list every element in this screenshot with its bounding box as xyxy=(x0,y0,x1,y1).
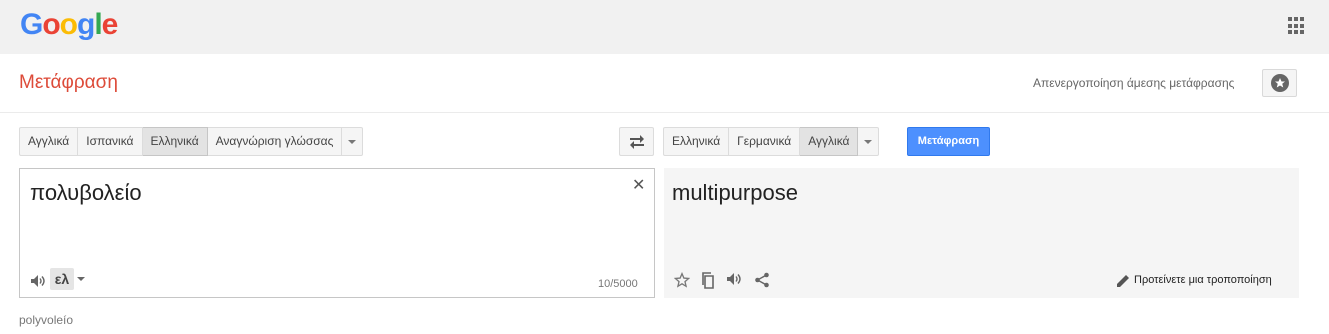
input-tools-dropdown-icon[interactable] xyxy=(77,277,85,281)
source-lang-spanish[interactable]: Ισπανικά xyxy=(78,127,143,156)
source-lang-greek[interactable]: Ελληνικά xyxy=(142,127,208,156)
source-text-area[interactable]: πολυβολείο ✕ ελ 10/5000 xyxy=(19,168,655,298)
share-translation-icon[interactable] xyxy=(754,272,770,288)
character-counter: 10/5000 xyxy=(598,278,638,290)
listen-translation-icon[interactable] xyxy=(726,272,742,286)
top-bar: Google xyxy=(0,0,1329,54)
google-logo[interactable]: Google xyxy=(20,8,118,42)
swap-languages-icon xyxy=(630,135,644,149)
source-lang-dropdown[interactable] xyxy=(342,127,364,156)
translate-button[interactable]: Μετάφραση xyxy=(907,127,990,156)
listen-source-icon[interactable] xyxy=(30,274,46,288)
source-language-bar: Αγγλικά Ισπανικά Ελληνικά Αναγνώριση γλώ… xyxy=(19,127,364,156)
target-language-bar: Ελληνικά Γερμανικά Αγγλικά xyxy=(663,127,880,156)
clear-source-icon[interactable]: ✕ xyxy=(632,175,645,195)
suggest-edit-link[interactable]: Προτείνετε μια τροποποίηση xyxy=(1134,274,1272,286)
target-lang-dropdown[interactable] xyxy=(858,127,880,156)
apps-grid-icon[interactable] xyxy=(1288,17,1306,35)
translation-text: multipurpose xyxy=(672,180,798,205)
star-icon xyxy=(1275,78,1285,88)
target-lang-greek[interactable]: Ελληνικά xyxy=(663,127,730,156)
source-lang-detect[interactable]: Αναγνώριση γλώσσας xyxy=(207,127,343,156)
page-title: Μετάφραση xyxy=(19,72,118,93)
star-translation-icon[interactable] xyxy=(674,272,690,288)
pencil-icon xyxy=(1117,275,1129,287)
phrasebook-button[interactable] xyxy=(1262,69,1297,97)
source-lang-english[interactable]: Αγγλικά xyxy=(19,127,79,156)
target-lang-german[interactable]: Γερμανικά xyxy=(729,127,801,156)
target-lang-english[interactable]: Αγγλικά xyxy=(800,127,859,156)
source-text[interactable]: πολυβολείο xyxy=(30,180,142,206)
translation-result-area: multipurpose Προτείνετε μια τροποποίηση xyxy=(664,168,1299,298)
swap-languages-button[interactable] xyxy=(619,127,654,156)
source-transliteration: polyvoleío xyxy=(19,313,74,327)
header-divider xyxy=(0,112,1329,113)
disable-instant-translation-link[interactable]: Απενεργοποίηση άμεσης μετάφρασης xyxy=(1033,76,1234,90)
copy-translation-icon[interactable] xyxy=(701,272,715,289)
input-tools-button[interactable]: ελ xyxy=(50,268,74,290)
